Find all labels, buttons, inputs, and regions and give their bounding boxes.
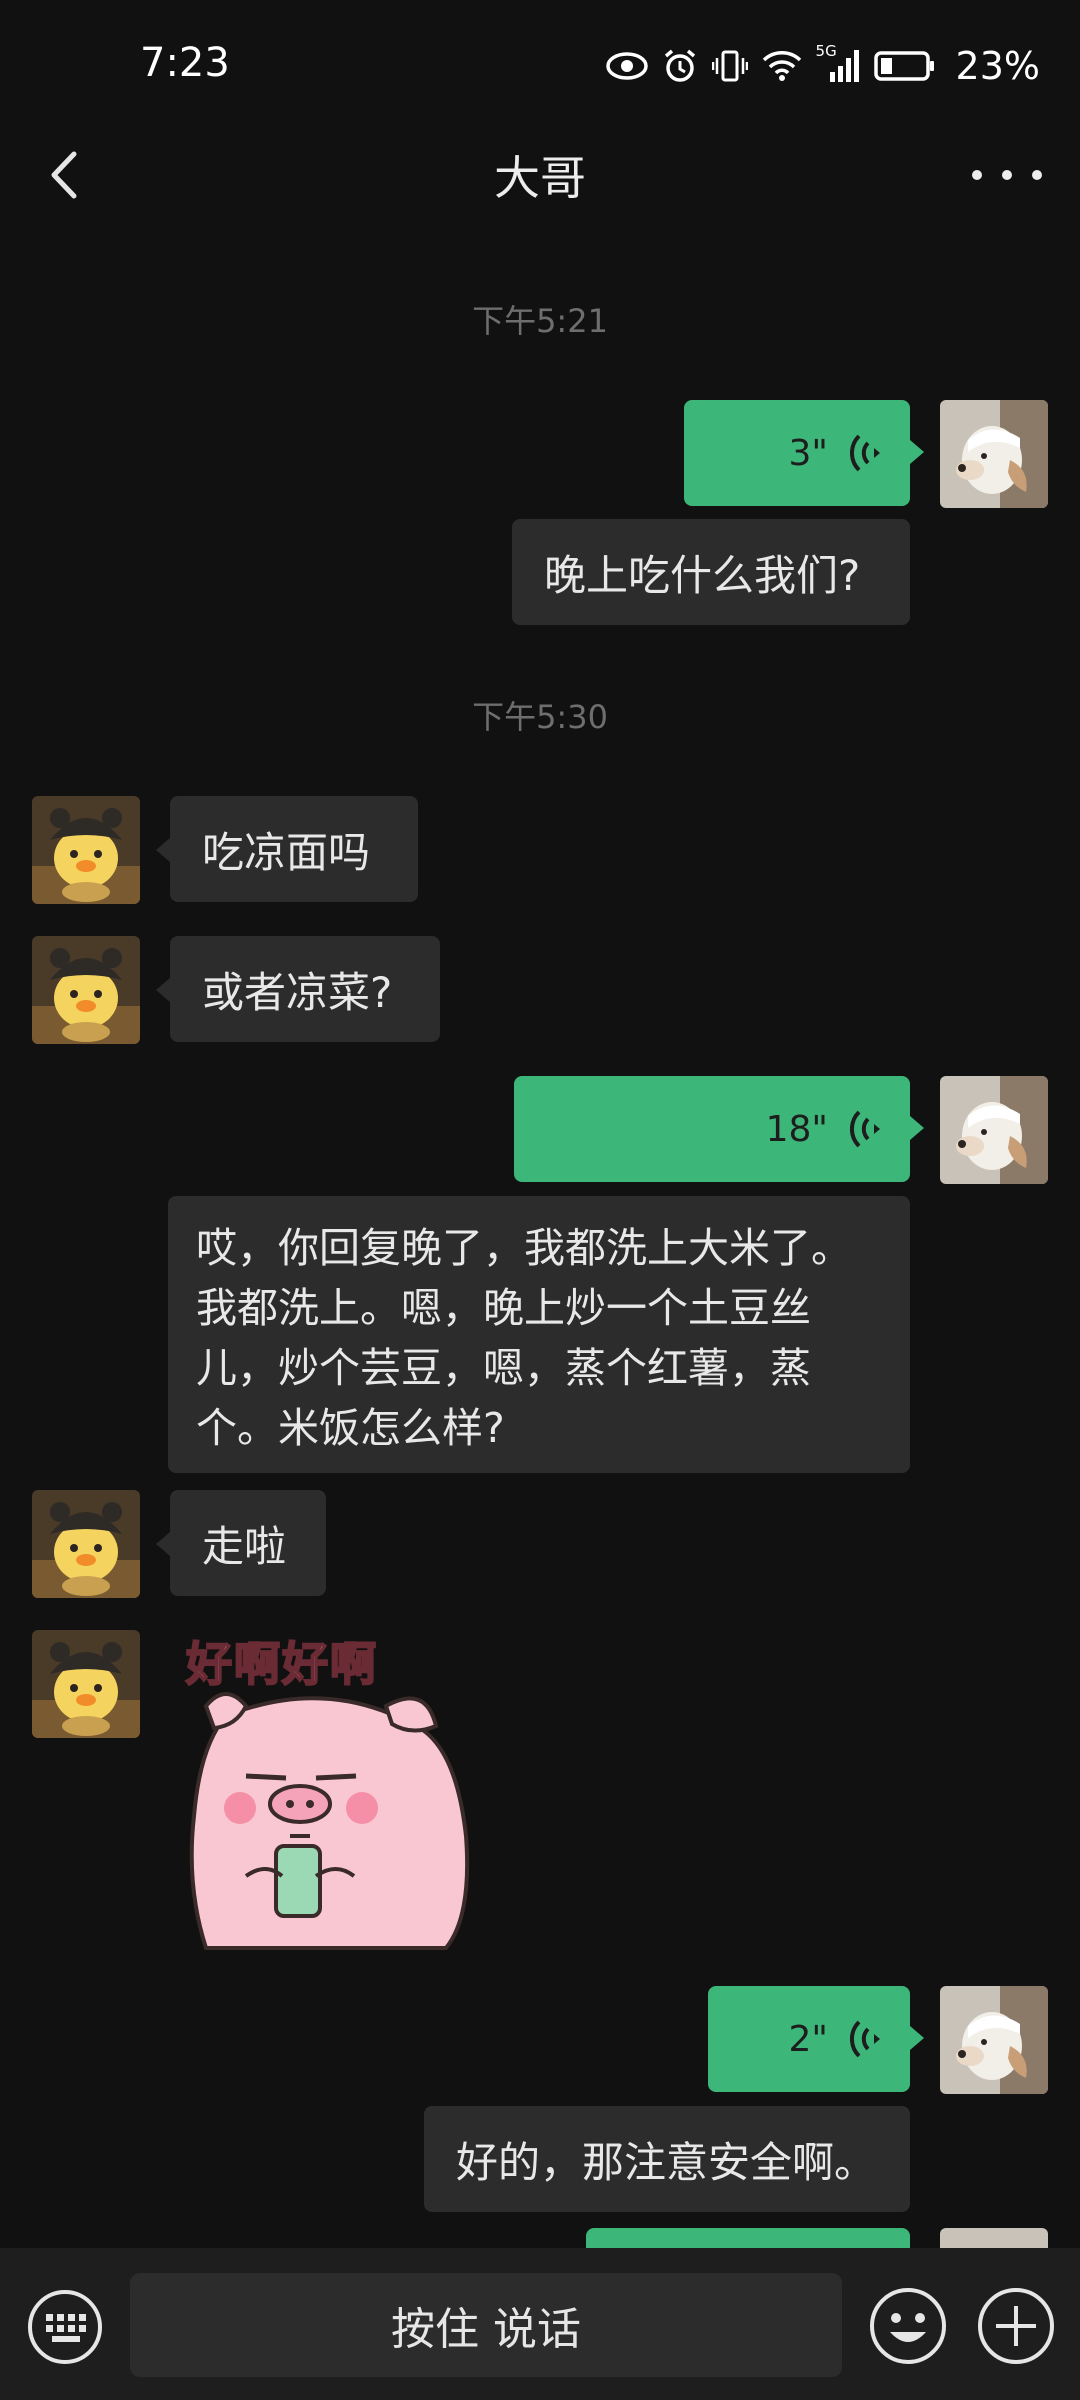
message-text-line: 哎，你回复晚了，我都洗上大米了。 <box>196 1224 852 1272</box>
chat-title: 大哥 <box>494 151 586 205</box>
message-bubble[interactable]: 或者凉菜? <box>156 936 440 1042</box>
voice-wave-icon <box>850 2020 880 2058</box>
eye-icon <box>605 52 648 80</box>
plus-icon <box>978 2288 1054 2364</box>
pig-sticker-image <box>189 1692 470 1950</box>
message-text: 好的，那注意安全啊。 <box>456 2137 877 2187</box>
more-button[interactable] <box>972 150 1042 200</box>
voice-transcript-bubble[interactable]: 哎，你回复晚了，我都洗上大米了。 我都洗上。嗯，晚上炒一个土豆丝 儿，炒个芸豆，… <box>168 1196 910 1473</box>
timestamp: 下午5:30 <box>472 698 608 736</box>
alarm-icon <box>664 49 695 82</box>
duck-avatar-image <box>32 796 140 904</box>
my-avatar[interactable] <box>940 1986 1048 2094</box>
more-icon-dot <box>1002 170 1012 180</box>
sticker-message[interactable]: 好啊好啊 <box>185 1628 476 1958</box>
message-text: 走啦 <box>202 1521 287 1571</box>
voice-message[interactable]: 18" <box>514 1076 924 1182</box>
message-text: 或者凉菜? <box>202 967 393 1017</box>
voice-message[interactable]: 3" <box>684 400 924 506</box>
dog-avatar-image <box>940 1076 1048 1184</box>
message-text-line: 我都洗上。嗯，晚上炒一个土豆丝 <box>196 1284 811 1332</box>
contact-avatar[interactable] <box>32 1630 140 1738</box>
wifi-icon <box>762 51 801 81</box>
my-avatar-partial[interactable] <box>940 2228 1048 2248</box>
signal-icon: 5G <box>816 42 860 84</box>
more-functions-button[interactable] <box>976 2286 1056 2370</box>
voice-transcript-bubble[interactable]: 好的，那注意安全啊。 <box>424 2106 910 2212</box>
contact-avatar[interactable] <box>32 1490 140 1598</box>
voice-wave-icon <box>850 434 880 472</box>
message-bubble[interactable]: 走啦 <box>156 1490 326 1596</box>
voice-message[interactable]: 2" <box>708 1986 924 2092</box>
message-text: 吃凉面吗 <box>202 827 371 877</box>
more-icon-dot <box>1032 170 1042 180</box>
voice-message-partial[interactable] <box>586 2228 910 2248</box>
more-icon-dot <box>972 170 982 180</box>
battery-icon <box>873 51 934 81</box>
dog-avatar-image <box>940 400 1048 508</box>
duck-avatar-image <box>32 1630 140 1738</box>
vibrate-icon <box>711 50 748 82</box>
battery-percent: 23% <box>955 44 1040 88</box>
timestamp: 下午5:21 <box>472 302 608 340</box>
message-text-line: 儿，炒个芸豆，嗯，蒸个红薯，蒸 <box>196 1344 811 1392</box>
duck-avatar-image <box>32 1490 140 1598</box>
my-avatar[interactable] <box>940 1076 1048 1184</box>
my-avatar[interactable] <box>940 400 1048 508</box>
sticker-caption: 好啊好啊 <box>185 1636 378 1692</box>
message-bubble[interactable]: 吃凉面吗 <box>156 796 418 902</box>
message-text: 晚上吃什么我们? <box>544 550 861 600</box>
keyboard-icon <box>28 2290 102 2364</box>
voice-duration: 3" <box>788 432 828 474</box>
voice-wave-icon <box>850 1110 880 1148</box>
emoji-icon <box>870 2288 946 2364</box>
duck-avatar-image <box>32 936 140 1044</box>
status-time: 7:23 <box>140 40 230 86</box>
status-icons: 5G 23% <box>605 42 1040 88</box>
message-text-line: 个。米饭怎么样? <box>196 1404 505 1452</box>
voice-duration: 2" <box>788 2018 828 2060</box>
voice-duration: 18" <box>765 1108 828 1150</box>
keyboard-toggle-button[interactable] <box>26 2288 104 2370</box>
hold-to-talk-label: 按住 说话 <box>391 2304 581 2355</box>
dog-avatar-image <box>940 1986 1048 2094</box>
emoji-button[interactable] <box>868 2286 948 2370</box>
voice-transcript-bubble[interactable]: 晚上吃什么我们? <box>512 519 910 625</box>
contact-avatar[interactable] <box>32 796 140 904</box>
hold-to-talk-button[interactable]: 按住 说话 <box>130 2273 842 2377</box>
contact-avatar[interactable] <box>32 936 140 1044</box>
